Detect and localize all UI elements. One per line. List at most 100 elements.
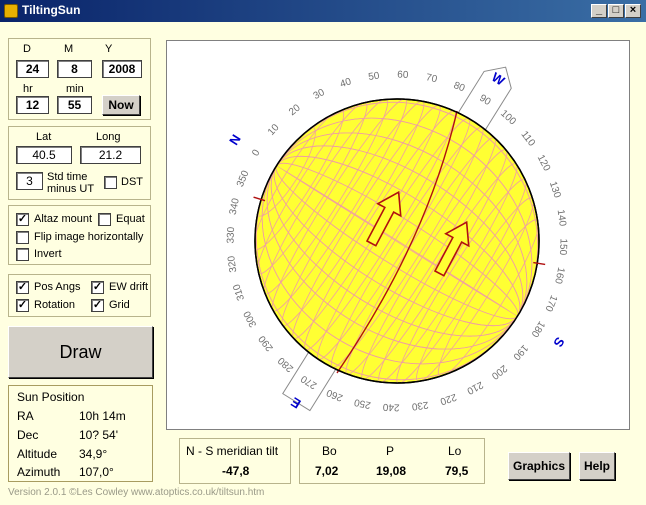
tilt-value: -47,8 xyxy=(222,464,250,478)
display-options-panel: ✓ Pos Angs ✓ EW drift ✓ Rotation ✓ Grid xyxy=(8,274,151,317)
month-field[interactable]: 8 xyxy=(57,60,92,78)
maximize-button[interactable]: □ xyxy=(608,4,624,18)
angle-label: 50 xyxy=(368,70,381,83)
compass-south: S xyxy=(550,335,567,351)
version-text: Version 2.0.1 ©Les Cowley www.atoptics.c… xyxy=(8,487,265,498)
dec-value: 10? 54' xyxy=(79,428,118,442)
azimuth-value: 107,0° xyxy=(79,465,114,479)
dst-checkbox[interactable] xyxy=(104,176,117,189)
orientation-readout: Bo P Lo 7,02 19,08 79,5 xyxy=(299,438,485,484)
draw-button[interactable]: Draw xyxy=(8,326,153,378)
angle-label: 170 xyxy=(542,293,559,313)
angle-label: 250 xyxy=(353,396,372,410)
angle-label: 300 xyxy=(242,309,260,329)
std-time-field[interactable]: 3 xyxy=(16,172,43,190)
angle-label: 280 xyxy=(276,354,296,374)
angle-label: 20 xyxy=(287,102,303,118)
longitude-field[interactable]: 21.2 xyxy=(80,146,141,164)
altaz-checkbox[interactable]: ✓ xyxy=(16,213,29,226)
graphics-button[interactable]: Graphics xyxy=(508,452,570,480)
altitude-label: Altitude xyxy=(17,447,58,461)
invert-checkbox[interactable] xyxy=(16,248,29,261)
location-panel: Lat Long 40.5 21.2 3 Std time minus UT D… xyxy=(8,126,151,200)
posangs-checkbox[interactable]: ✓ xyxy=(16,281,29,294)
dst-label: DST xyxy=(121,176,143,188)
std-time-label: Std time minus UT xyxy=(47,171,95,195)
latitude-field[interactable]: 40.5 xyxy=(16,146,72,164)
long-label: Long xyxy=(96,131,121,143)
angle-label: 260 xyxy=(325,386,345,403)
minute-label: min xyxy=(66,83,84,95)
angle-label: 70 xyxy=(425,72,439,85)
sun-position-title: Sun Position xyxy=(17,390,85,404)
angle-label: 210 xyxy=(465,379,485,397)
angle-label: 140 xyxy=(555,209,568,227)
help-button[interactable]: Help xyxy=(579,452,615,480)
flip-checkbox[interactable] xyxy=(16,231,29,244)
ra-label: RA xyxy=(17,409,34,423)
year-field[interactable]: 2008 xyxy=(102,60,142,78)
angle-label: 350 xyxy=(235,169,252,189)
grid-checkbox[interactable]: ✓ xyxy=(91,299,104,312)
close-button[interactable]: × xyxy=(625,4,641,18)
angle-label: 120 xyxy=(535,153,553,173)
azimuth-label: Azimuth xyxy=(17,465,61,479)
ra-value: 10h 14m xyxy=(79,409,126,423)
minimize-button[interactable]: _ xyxy=(591,4,607,18)
angle-label: 110 xyxy=(518,129,537,149)
lat-label: Lat xyxy=(36,131,52,143)
title-bar: TiltingSun _ □ × xyxy=(0,0,646,22)
angle-label: 100 xyxy=(498,108,518,128)
invert-label: Invert xyxy=(34,248,62,260)
angle-label: 330 xyxy=(225,226,237,243)
angle-label: 340 xyxy=(228,197,242,216)
rotation-label: Rotation xyxy=(34,299,75,311)
p-value: 19,08 xyxy=(376,464,407,478)
bo-label: Bo xyxy=(322,444,337,458)
rotation-checkbox[interactable]: ✓ xyxy=(16,299,29,312)
angle-label: 180 xyxy=(528,319,546,339)
hour-label: hr xyxy=(23,83,33,95)
angle-label: 220 xyxy=(438,391,458,407)
angle-label: 0 xyxy=(250,147,263,158)
equat-checkbox[interactable] xyxy=(98,213,111,226)
posangs-label: Pos Angs xyxy=(34,281,81,293)
angle-label: 80 xyxy=(452,80,467,95)
altitude-value: 34,9° xyxy=(79,447,108,461)
day-label: D xyxy=(23,43,31,55)
angle-label: 10 xyxy=(266,122,282,138)
now-button[interactable]: Now xyxy=(102,95,140,115)
angle-label: 290 xyxy=(257,333,276,353)
equat-label: Equat xyxy=(116,213,145,225)
year-label: Y xyxy=(105,43,113,55)
angle-label: 190 xyxy=(510,342,530,362)
lo-label: Lo xyxy=(448,444,462,458)
window-title: TiltingSun xyxy=(22,3,81,17)
angle-label: 200 xyxy=(489,362,509,381)
angle-label: 240 xyxy=(382,401,399,413)
sun-position-panel: Sun Position RA 10h 14m Dec 10? 54' Alti… xyxy=(8,385,153,482)
minute-field[interactable]: 55 xyxy=(57,96,92,114)
sun-disc xyxy=(254,98,540,384)
app-icon xyxy=(4,4,18,18)
flip-label: Flip image horizontally xyxy=(34,231,144,243)
ewdrift-checkbox[interactable]: ✓ xyxy=(91,281,104,294)
dec-label: Dec xyxy=(17,428,39,442)
month-label: M xyxy=(64,43,74,55)
p-label: P xyxy=(386,444,395,458)
angle-label: 30 xyxy=(312,87,327,102)
grid-label: Grid xyxy=(109,299,130,311)
date-time-panel: D M Y 24 8 2008 hr min 12 55 Now xyxy=(8,38,151,120)
angle-label: 130 xyxy=(547,180,563,200)
ewdrift-label: EW drift xyxy=(109,281,149,293)
lo-value: 79,5 xyxy=(445,464,469,478)
angle-label: 320 xyxy=(226,255,239,273)
angle-label: 230 xyxy=(411,399,429,412)
angle-label: 60 xyxy=(397,70,409,81)
day-field[interactable]: 24 xyxy=(16,60,49,78)
compass-north: N xyxy=(226,132,244,148)
hour-field[interactable]: 12 xyxy=(16,96,49,114)
angle-label: 310 xyxy=(231,282,247,302)
angle-label: 150 xyxy=(557,238,569,255)
tilt-label: N - S meridian tilt xyxy=(186,444,279,458)
